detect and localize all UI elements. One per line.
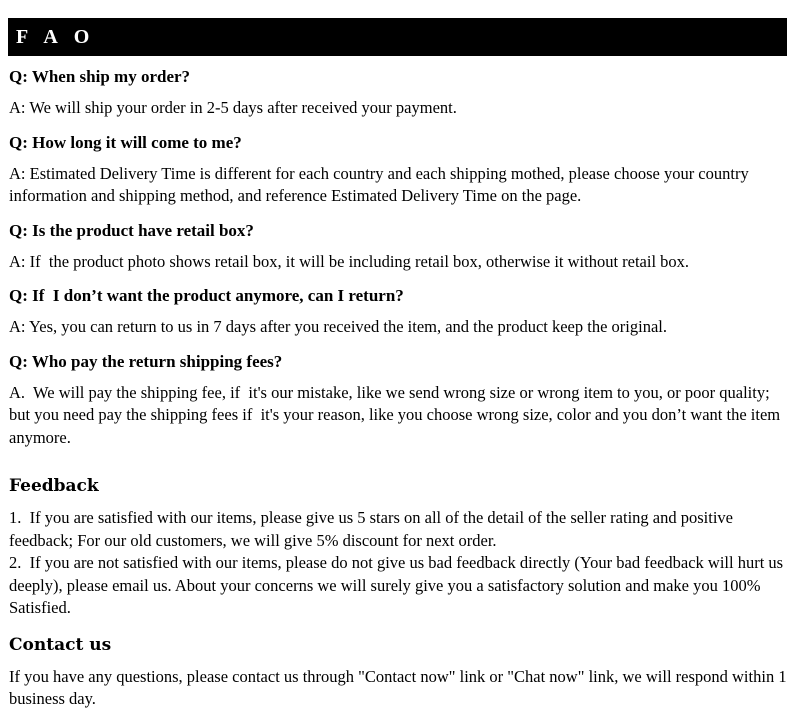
feedback-item-2: 2. If you are not satisfied with our ite… xyxy=(9,553,788,617)
faq-item: Q: How long it will come to me? A: Estim… xyxy=(9,132,788,208)
faq-answer: A: We will ship your order in 2-5 days a… xyxy=(9,98,457,117)
faq-content: Q: When ship my order? A: We will ship y… xyxy=(9,66,788,711)
faq-item: Q: When ship my order? A: We will ship y… xyxy=(9,66,788,120)
contact-text: If you have any questions, please contac… xyxy=(9,666,791,709)
faq-question: Q: If I don’t want the product anymore, … xyxy=(9,286,404,305)
faq-answer: A: If the product photo shows retail box… xyxy=(9,251,690,271)
feedback-item-1: 1. If you are satisfied with our items, … xyxy=(9,508,738,550)
page-title: F A O xyxy=(16,26,96,48)
faq-answer: A: Yes, you can return to us in 7 days a… xyxy=(9,317,667,336)
faq-question: Q: Is the product have retail box? xyxy=(9,220,254,240)
faq-item: Q: If I don’t want the product anymore, … xyxy=(9,285,788,339)
contact-heading: Contact us xyxy=(9,634,112,655)
faq-question: Q: When ship my order? xyxy=(9,67,191,86)
faq-answer: A: Estimated Delivery Time is different … xyxy=(9,163,753,206)
faq-item: Q: Is the product have retail box? A: If… xyxy=(9,220,788,274)
faq-page: F A O Q: When ship my order? A: We will … xyxy=(0,0,800,708)
faq-answer: A. We will pay the shipping fee, if it's… xyxy=(9,382,785,447)
faq-question: Q: How long it will come to me? xyxy=(9,132,242,152)
faq-question: Q: Who pay the return shipping fees? xyxy=(9,351,283,371)
page-banner: F A O xyxy=(8,18,787,56)
feedback-heading: Feedback xyxy=(9,476,99,496)
faq-item: Q: Who pay the return shipping fees? A. … xyxy=(9,351,788,450)
